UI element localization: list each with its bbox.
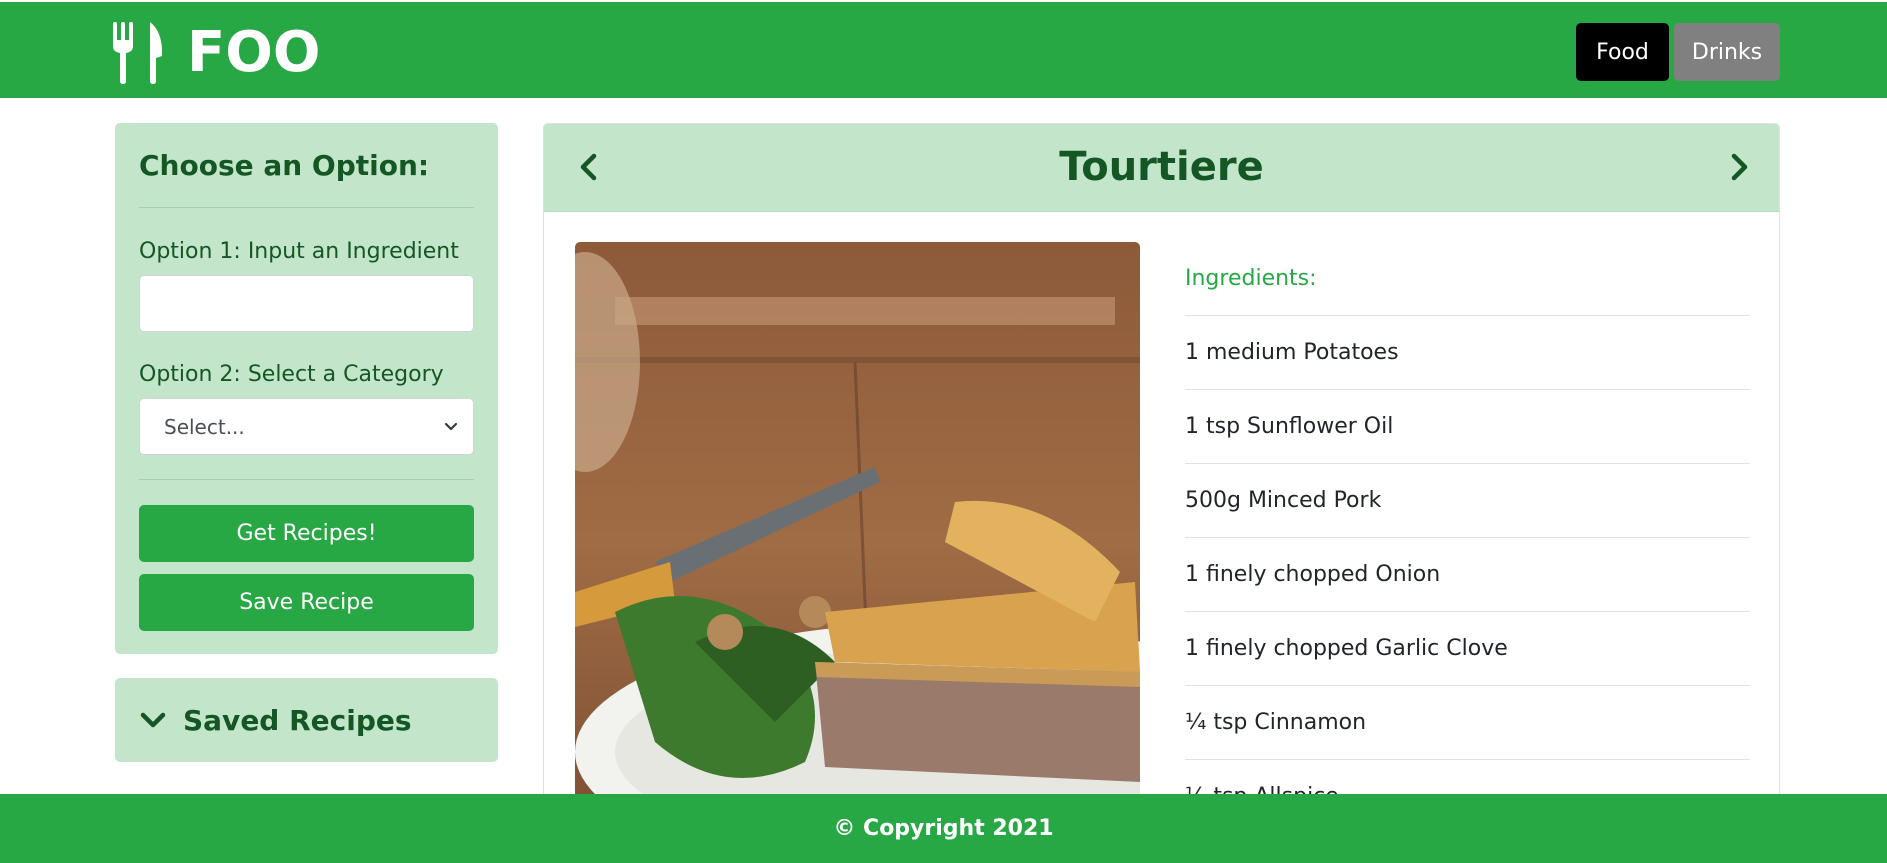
option1-label: Option 1: Input an Ingredient [139, 239, 459, 264]
recipe-photo [575, 242, 1140, 822]
get-recipes-button[interactable]: Get Recipes! [139, 505, 474, 562]
ingredient-item: 1 medium Potatoes [1185, 315, 1750, 389]
brand-name: FOO [187, 20, 321, 85]
footer: © Copyright 2021 [0, 794, 1887, 863]
food-nav-button[interactable]: Food [1576, 23, 1669, 81]
options-panel: Choose an Option: Option 1: Input an Ing… [115, 123, 498, 654]
chevron-right-icon[interactable] [1724, 152, 1754, 182]
meat-pie-with-salad-photo [575, 242, 1140, 822]
option2-label: Option 2: Select a Category [139, 362, 444, 387]
ingredient-item: 1 finely chopped Garlic Clove [1185, 611, 1750, 685]
saved-recipes-toggle[interactable]: Saved Recipes [115, 678, 498, 762]
drinks-nav-button[interactable]: Drinks [1674, 23, 1780, 81]
ingredients-heading: Ingredients: [1185, 266, 1317, 291]
chevron-down-icon [444, 422, 458, 430]
chevron-down-icon [140, 712, 166, 728]
divider [139, 479, 474, 480]
save-recipe-button[interactable]: Save Recipe [139, 574, 474, 631]
ingredient-item: 500g Minced Pork [1185, 463, 1750, 537]
saved-recipes-label: Saved Recipes [183, 703, 412, 737]
brand-logo[interactable]: FOO [113, 22, 320, 84]
category-select-value: Select... [164, 414, 245, 439]
options-title: Choose an Option: [139, 149, 430, 182]
ingredient-input[interactable] [139, 275, 474, 332]
utensils-icon [113, 22, 163, 84]
ingredients-list: 1 medium Potatoes 1 tsp Sunflower Oil 50… [1185, 315, 1750, 822]
ingredient-item: 1 finely chopped Onion [1185, 537, 1750, 611]
ingredient-item: ¼ tsp Cinnamon [1185, 685, 1750, 759]
ingredient-item: 1 tsp Sunflower Oil [1185, 389, 1750, 463]
recipe-card: Tourtiere Ingredients: 1 medium Potatoes… [543, 123, 1780, 823]
category-select[interactable]: Select... [139, 398, 474, 455]
navbar: FOO Food Drinks [0, 2, 1887, 98]
recipe-header: Tourtiere [544, 124, 1779, 212]
recipe-title: Tourtiere [1059, 144, 1264, 190]
copyright-text: © Copyright 2021 [833, 816, 1054, 841]
divider [139, 207, 474, 208]
